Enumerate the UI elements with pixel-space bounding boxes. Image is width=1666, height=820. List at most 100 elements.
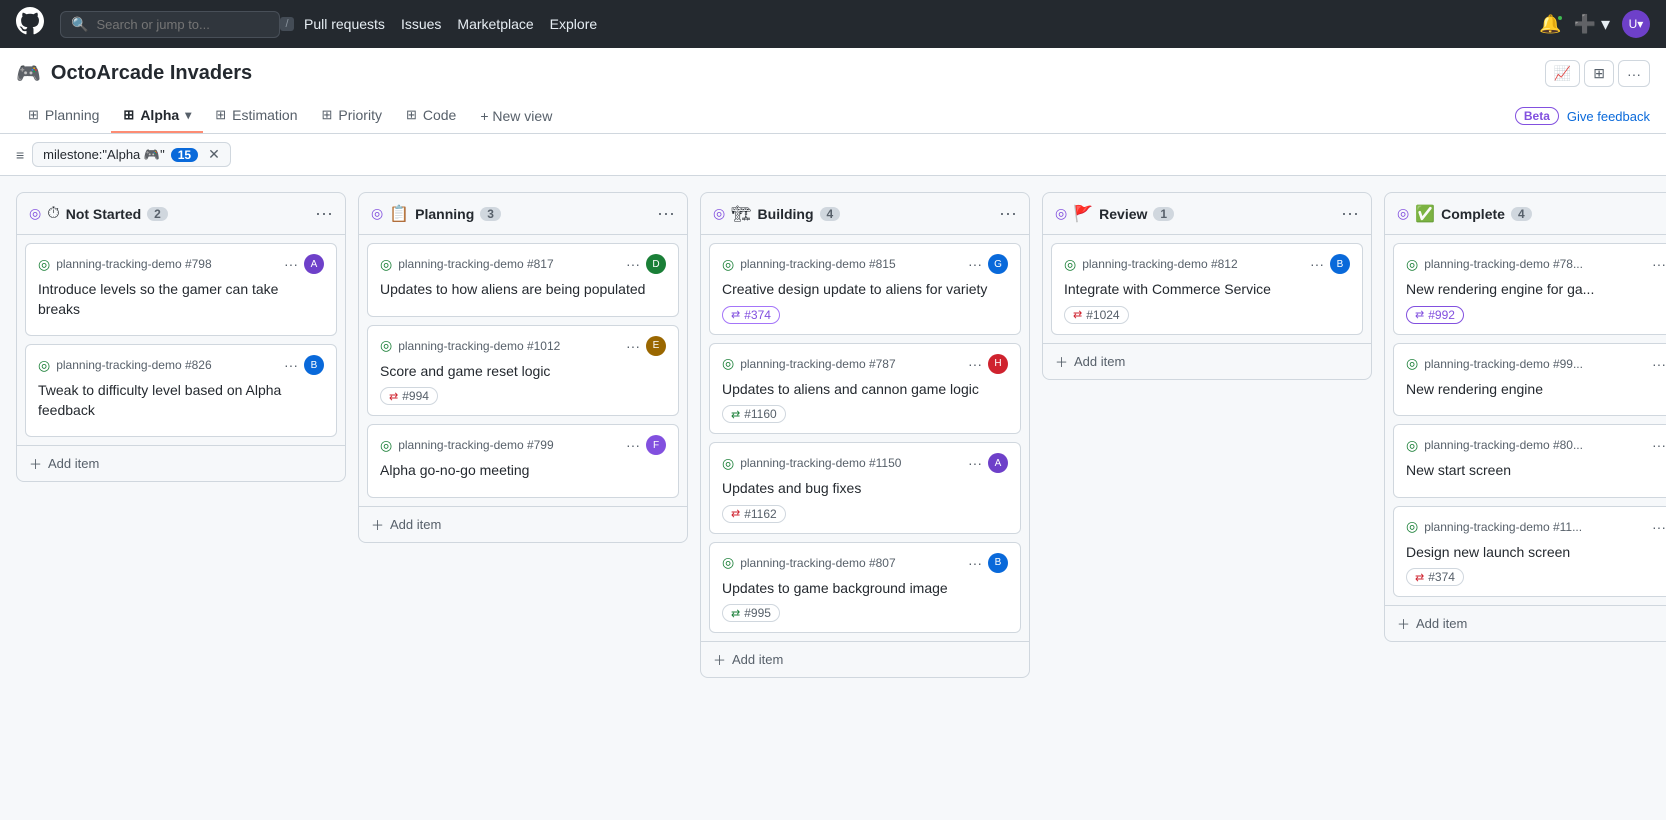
table-row[interactable]: ◎ planning-tracking-demo #826 ··· B Twea…	[25, 344, 337, 437]
card-label[interactable]: ⇄ #374	[722, 306, 780, 324]
chart-view-button[interactable]: 📈	[1545, 60, 1580, 87]
tab-estimation[interactable]: ⊞ Estimation	[203, 99, 309, 133]
column-body: ◎ planning-tracking-demo #78... ··· E Ne…	[1385, 235, 1666, 605]
card-repo: planning-tracking-demo #799	[398, 438, 620, 452]
table-row[interactable]: ◎ planning-tracking-demo #99... ··· F Ne…	[1393, 343, 1666, 417]
add-item-label: Add item	[1074, 354, 1125, 369]
table-row[interactable]: ◎ planning-tracking-demo #1150 ··· A Upd…	[709, 442, 1021, 534]
explore-link[interactable]: Explore	[550, 16, 597, 32]
table-row[interactable]: ◎ planning-tracking-demo #815 ··· G Crea…	[709, 243, 1021, 335]
card-more-button[interactable]: ···	[1652, 256, 1666, 272]
search-box[interactable]: 🔍 /	[60, 11, 280, 38]
new-view-button[interactable]: + New view	[468, 100, 564, 132]
add-item-button[interactable]: ＋ Add item	[359, 506, 687, 542]
card-label[interactable]: ⇄ #1024	[1064, 306, 1129, 324]
card-label[interactable]: ⇄ #994	[380, 387, 438, 405]
table-row[interactable]: ◎ planning-tracking-demo #812 ··· B Inte…	[1051, 243, 1363, 335]
card-more-button[interactable]: ···	[1652, 519, 1666, 535]
card-header: ◎ planning-tracking-demo #807 ··· B	[722, 553, 1008, 573]
column-menu-button[interactable]: ···	[315, 203, 333, 224]
card-more-button[interactable]: ···	[1310, 256, 1324, 272]
label-icon: ⇄	[389, 390, 398, 403]
card-more-button[interactable]: ···	[1652, 437, 1666, 453]
table-row[interactable]: ◎ planning-tracking-demo #817 ··· D Upda…	[367, 243, 679, 317]
card-more-button[interactable]: ···	[968, 256, 982, 272]
more-options-button[interactable]: ···	[1618, 60, 1650, 87]
column-menu-button[interactable]: ···	[999, 203, 1017, 224]
label-icon: ⇄	[731, 607, 740, 620]
card-title: New start screen	[1406, 461, 1666, 481]
tab-planning[interactable]: ⊞ Planning	[16, 99, 111, 133]
card-title: Introduce levels so the gamer can take b…	[38, 280, 324, 319]
filter-tag-milestone[interactable]: milestone:"Alpha 🎮" 15 ✕	[32, 142, 231, 167]
tab-alpha[interactable]: ⊞ Alpha ▾	[111, 99, 203, 133]
table-row[interactable]: ◎ planning-tracking-demo #807 ··· B Upda…	[709, 542, 1021, 634]
issues-link[interactable]: Issues	[401, 16, 441, 32]
tab-code[interactable]: ⊞ Code	[394, 99, 468, 133]
card-header: ◎ planning-tracking-demo #812 ··· B	[1064, 254, 1350, 274]
card-avatar: H	[988, 354, 1008, 374]
card-more-button[interactable]: ···	[968, 356, 982, 372]
card-label[interactable]: ⇄ #1160	[722, 405, 786, 423]
card-header: ◎ planning-tracking-demo #787 ··· H	[722, 354, 1008, 374]
add-icon: ＋	[371, 515, 384, 534]
table-row[interactable]: ◎ planning-tracking-demo #78... ··· E Ne…	[1393, 243, 1666, 335]
column-menu-button[interactable]: ···	[1341, 203, 1359, 224]
card-more-button[interactable]: ···	[284, 256, 298, 272]
tab-priority-label: Priority	[338, 107, 382, 123]
search-input[interactable]	[96, 17, 272, 32]
marketplace-link[interactable]: Marketplace	[457, 16, 533, 32]
table-row[interactable]: ◎ planning-tracking-demo #799 ··· F Alph…	[367, 424, 679, 498]
card-more-button[interactable]: ···	[1652, 356, 1666, 372]
column-header: ◎ 📋 Planning 3 ···	[359, 193, 687, 235]
card-label[interactable]: ⇄ #1162	[722, 505, 786, 523]
card-repo: planning-tracking-demo #817	[398, 257, 620, 271]
card-more-button[interactable]: ···	[968, 455, 982, 471]
tab-alpha-dropdown[interactable]: ▾	[185, 108, 191, 122]
tab-priority[interactable]: ⊞ Priority	[310, 99, 394, 133]
filter-icon[interactable]: ≡	[16, 147, 24, 163]
column-emoji: ✅	[1415, 204, 1435, 224]
card-more-button[interactable]: ···	[284, 357, 298, 373]
filter-clear-button[interactable]: ✕	[208, 146, 220, 163]
add-item-button[interactable]: ＋Add item	[17, 445, 345, 481]
card-more-button[interactable]: ···	[626, 338, 640, 354]
card-label[interactable]: ⇄ #992	[1406, 306, 1464, 324]
card-title: New rendering engine for ga...	[1406, 280, 1666, 300]
search-icon: 🔍	[71, 16, 88, 33]
card-labels: ⇄ #374	[1406, 568, 1666, 586]
add-icon[interactable]: ➕ ▾	[1574, 14, 1610, 35]
table-row[interactable]: ◎ planning-tracking-demo #1012 ··· E Sco…	[367, 325, 679, 417]
table-row[interactable]: ◎ planning-tracking-demo #80... ··· G Ne…	[1393, 424, 1666, 498]
pull-requests-link[interactable]: Pull requests	[304, 16, 385, 32]
card-more-button[interactable]: ···	[626, 437, 640, 453]
label-text: #1024	[1086, 308, 1119, 322]
table-row[interactable]: ◎ planning-tracking-demo #11... ··· H De…	[1393, 506, 1666, 598]
card-title: Score and game reset logic	[380, 362, 666, 382]
add-item-button[interactable]: ＋Add item	[1385, 605, 1666, 641]
card-more-button[interactable]: ···	[968, 555, 982, 571]
column-menu-button[interactable]: ···	[657, 203, 675, 224]
table-view-button[interactable]: ⊞	[1584, 60, 1614, 87]
give-feedback-link[interactable]: Give feedback	[1567, 109, 1650, 124]
notifications-icon[interactable]: 🔔	[1539, 14, 1561, 35]
table-row[interactable]: ◎ planning-tracking-demo #798 ··· A Intr…	[25, 243, 337, 336]
card-header: ◎ planning-tracking-demo #817 ··· D	[380, 254, 666, 274]
table-row[interactable]: ◎ planning-tracking-demo #787 ··· H Upda…	[709, 343, 1021, 435]
card-more-button[interactable]: ···	[626, 256, 640, 272]
github-logo[interactable]	[16, 7, 44, 41]
card-header: ◎ planning-tracking-demo #1012 ··· E	[380, 336, 666, 356]
card-status-icon: ◎	[38, 357, 50, 374]
notification-badge	[1556, 14, 1564, 22]
add-item-button[interactable]: ＋Add item	[1043, 343, 1371, 379]
card-label[interactable]: ⇄ #374	[1406, 568, 1464, 586]
card-labels: ⇄ #995	[722, 604, 1008, 622]
add-item-label: Add item	[390, 517, 441, 532]
user-avatar[interactable]: U▾	[1622, 10, 1650, 38]
card-avatar: B	[304, 355, 324, 375]
column-status-icon: ◎	[371, 205, 383, 222]
card-label[interactable]: ⇄ #995	[722, 604, 780, 622]
card-status-icon: ◎	[722, 256, 734, 273]
label-icon: ⇄	[731, 308, 740, 321]
add-item-button[interactable]: ＋Add item	[701, 641, 1029, 677]
